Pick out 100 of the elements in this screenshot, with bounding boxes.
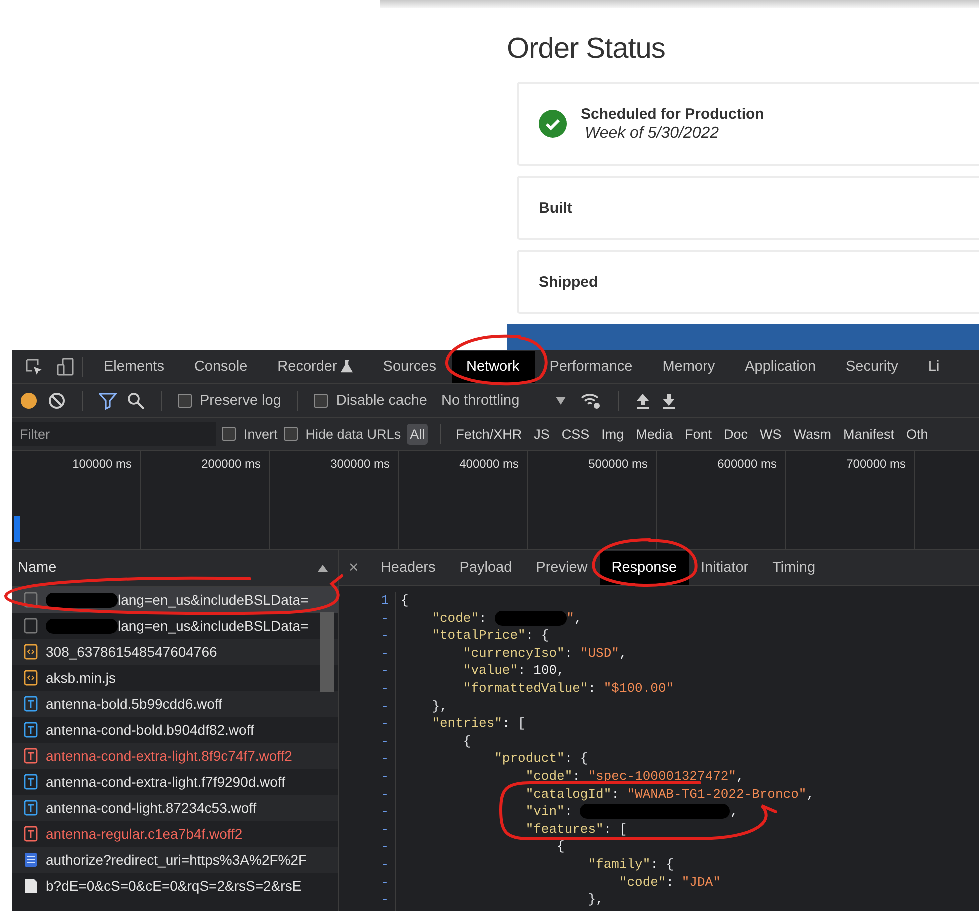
panel-tab[interactable]: Network bbox=[452, 350, 535, 382]
request-row[interactable]: antenna-cond-bold.b904df82.woff bbox=[12, 717, 338, 743]
scrollbar-thumb[interactable] bbox=[320, 612, 334, 692]
type-filter[interactable]: Oth bbox=[904, 424, 932, 444]
throttling-dropdown[interactable]: No throttling bbox=[437, 386, 570, 416]
timeline-tick: 600000 ms bbox=[718, 457, 777, 471]
request-name: aksb.min.js bbox=[46, 670, 116, 686]
detail-tab[interactable]: Timing bbox=[760, 550, 828, 584]
request-row[interactable]: antenna-cond-extra-light.f7f9290d.woff bbox=[12, 769, 338, 795]
code-line: "totalPrice": { bbox=[431, 627, 550, 645]
script-icon bbox=[24, 670, 38, 686]
type-filter[interactable]: Doc bbox=[720, 424, 751, 444]
line-number: - bbox=[381, 610, 389, 628]
file-icon bbox=[24, 618, 38, 634]
upload-icon[interactable] bbox=[634, 392, 651, 410]
panel-tab[interactable]: Performance bbox=[534, 350, 648, 382]
detail-tab[interactable]: Preview bbox=[524, 550, 600, 584]
timeline-tick: 700000 ms bbox=[846, 457, 906, 471]
timeline-tick: 300000 ms bbox=[330, 457, 390, 471]
panel-tab[interactable]: Li bbox=[913, 350, 955, 382]
request-name: antenna-cond-light.87234c53.woff bbox=[46, 800, 257, 816]
code-line: "value": 100, bbox=[462, 662, 566, 680]
request-row[interactable]: aksb.min.js bbox=[12, 665, 338, 691]
line-number: - bbox=[381, 803, 389, 821]
request-row[interactable]: authorize?redirect_uri=https%3A%2F%2F bbox=[12, 847, 338, 873]
request-name: authorize?redirect_uri=https%3A%2F%2F bbox=[46, 852, 308, 868]
panel-tab[interactable]: Console bbox=[179, 350, 263, 382]
request-row[interactable]: antenna-regular.c1ea7b4f.woff2 bbox=[12, 821, 338, 847]
download-icon[interactable] bbox=[660, 392, 677, 410]
request-row[interactable]: lang=en_us&includeBSLData= bbox=[12, 587, 338, 613]
code-line: "catalogId": "WANAB-TG1-2022-Bronco", bbox=[524, 786, 814, 804]
line-number: 1 bbox=[381, 592, 389, 610]
request-name: b?dE=0&cS=0&cE=0&rqS=2&rsS=2&rsE bbox=[46, 878, 302, 894]
type-filter[interactable]: JS bbox=[531, 424, 553, 444]
checkbox[interactable]: Hide data URLs bbox=[284, 426, 402, 442]
detail-tab[interactable]: Payload bbox=[448, 550, 524, 584]
status-label: Scheduled for Production bbox=[581, 106, 764, 122]
search-icon[interactable] bbox=[127, 392, 145, 410]
panel-tab[interactable]: Application bbox=[730, 350, 832, 382]
font-file-icon bbox=[24, 826, 38, 842]
record-icon[interactable] bbox=[20, 392, 38, 410]
checkbox[interactable]: Preserve log bbox=[178, 392, 282, 408]
line-number: - bbox=[381, 856, 389, 874]
status-label: Shipped bbox=[539, 274, 598, 290]
line-number: - bbox=[381, 891, 389, 909]
code-line: "currencyIso": "USD", bbox=[462, 644, 628, 662]
code-line: }, bbox=[431, 698, 449, 716]
close-button[interactable]: × bbox=[345, 552, 369, 584]
status-label: Built bbox=[539, 200, 572, 216]
timeline-tick: 100000 ms bbox=[72, 457, 132, 471]
type-filter[interactable]: Wasm bbox=[790, 424, 834, 444]
code-line: "code": "JDA" bbox=[618, 874, 722, 892]
request-row[interactable]: 308_637861548547604766 bbox=[12, 639, 338, 665]
type-filter[interactable]: Manifest bbox=[840, 424, 898, 444]
code-line: }, bbox=[587, 891, 605, 909]
detail-tab[interactable]: Response bbox=[600, 550, 690, 584]
line-number: - bbox=[381, 644, 389, 662]
request-row[interactable]: lang=en_us&includeBSLData= bbox=[12, 613, 338, 639]
column-header[interactable]: Name bbox=[12, 550, 338, 587]
code-line: "entries": [ bbox=[431, 715, 527, 733]
filter-icon[interactable] bbox=[99, 392, 117, 410]
type-filter[interactable]: All bbox=[407, 424, 428, 444]
inspect-icon[interactable] bbox=[24, 356, 44, 376]
filter-field[interactable]: Filter bbox=[12, 422, 216, 446]
type-filter[interactable]: Media bbox=[633, 424, 676, 444]
panel-tab[interactable]: Memory bbox=[648, 350, 730, 382]
detail-tab[interactable]: Initiator bbox=[689, 550, 761, 584]
panel-tab[interactable]: Security bbox=[831, 350, 914, 382]
type-filter[interactable]: Img bbox=[598, 424, 628, 444]
code-line: "family": { bbox=[587, 856, 676, 874]
request-row[interactable]: b?dE=0&cS=0&cE=0&rqS=2&rsS=2&rsE bbox=[12, 873, 338, 899]
checkbox[interactable]: Disable cache bbox=[314, 392, 428, 408]
type-filter[interactable]: Fetch/XHR bbox=[453, 424, 526, 444]
detail-tab[interactable]: Headers bbox=[368, 550, 448, 584]
panel-tab[interactable]: Sources bbox=[368, 350, 452, 382]
clear-icon[interactable] bbox=[48, 392, 66, 410]
device-icon[interactable] bbox=[56, 356, 76, 376]
page-icon bbox=[24, 878, 38, 894]
line-number: - bbox=[381, 750, 389, 768]
file-icon bbox=[24, 592, 38, 608]
network-conditions-icon[interactable] bbox=[580, 392, 602, 410]
status-date: Week of 5/30/2022 bbox=[585, 124, 720, 142]
panel-tab[interactable]: Elements bbox=[89, 350, 180, 382]
page-title: Order Status bbox=[507, 32, 666, 66]
code-line: "code": ", bbox=[431, 610, 584, 628]
panel-tab[interactable]: Recorder bbox=[262, 350, 368, 382]
type-filter[interactable]: Font bbox=[682, 424, 715, 444]
type-filter[interactable]: WS bbox=[756, 424, 785, 444]
caret-icon bbox=[556, 396, 566, 404]
font-file-icon bbox=[24, 748, 38, 764]
line-number: - bbox=[381, 820, 389, 838]
document-icon bbox=[24, 852, 38, 868]
column-title: Name bbox=[18, 560, 57, 576]
code-line: "product": { bbox=[494, 750, 590, 768]
checkbox[interactable]: Invert bbox=[222, 426, 278, 442]
type-filter[interactable]: CSS bbox=[558, 424, 593, 444]
request-row[interactable]: antenna-bold.5b99cdd6.woff bbox=[12, 691, 338, 717]
request-row[interactable]: antenna-cond-light.87234c53.woff bbox=[12, 795, 338, 821]
request-name: lang=en_us&includeBSLData= bbox=[118, 592, 309, 608]
request-row[interactable]: antenna-cond-extra-light.8f9c74f7.woff2 bbox=[12, 743, 338, 769]
